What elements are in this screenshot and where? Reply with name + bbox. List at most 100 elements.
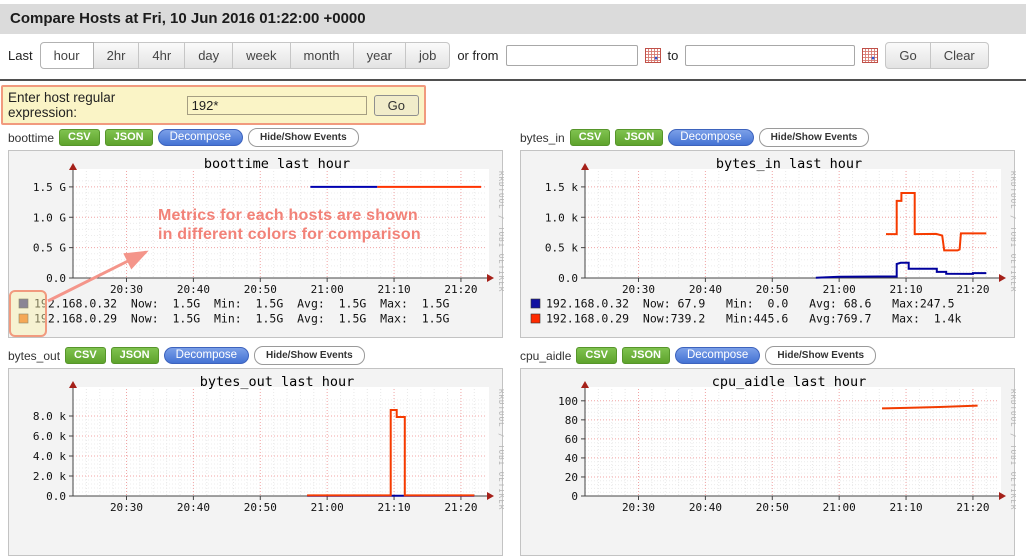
y-tick-label: 20 [565, 471, 578, 484]
legend-swatch [19, 314, 28, 323]
y-tick-label: 0.5 G [33, 242, 66, 255]
or-from-label: or from [457, 48, 498, 63]
bytes_in-rrd-svg: 1.5 k1.0 k0.5 k0.020:3020:4020:5021:0021… [521, 151, 1016, 339]
bytes-in-graph: 1.5 k1.0 k0.5 k0.020:3020:4020:5021:0021… [520, 150, 1015, 338]
boottime-rrd-svg: 1.5 G1.0 G0.5 G0.020:3020:4020:5021:0021… [9, 151, 504, 339]
boottime-header: boottime CSV JSON Decompose Hide/Show Ev… [8, 128, 505, 147]
bytes-out-header: bytes_out CSV JSON Decompose Hide/Show E… [8, 346, 505, 365]
y-tick-label: 80 [565, 414, 578, 427]
csv-button[interactable]: CSV [576, 347, 617, 364]
range-hour-button[interactable]: hour [40, 42, 94, 69]
legend-entry: 192.168.0.32 Now: 1.5G Min: 1.5G Avg: 1.… [34, 297, 449, 311]
section-cpu-aidle: cpu_aidle CSV JSON Decompose Hide/Show E… [520, 346, 1017, 556]
graphs-grid: boottime CSV JSON Decompose Hide/Show Ev… [0, 126, 1026, 556]
rrdtool-watermark: RRDTOOL / TOBI OETIKER [1009, 389, 1016, 510]
decompose-button[interactable]: Decompose [164, 347, 249, 364]
x-tick-label: 20:40 [177, 501, 210, 514]
range-week-button[interactable]: week [233, 42, 290, 69]
section-bytes-out: bytes_out CSV JSON Decompose Hide/Show E… [8, 346, 505, 556]
y-tick-label: 0.0 [558, 272, 578, 285]
csv-button[interactable]: CSV [59, 129, 100, 146]
x-tick-label: 21:00 [823, 501, 856, 514]
y-tick-label: 1.5 k [545, 181, 578, 194]
host-regex-go-button[interactable]: Go [374, 95, 419, 116]
x-tick-label: 21:10 [889, 501, 922, 514]
section-bytes-in: bytes_in CSV JSON Decompose Hide/Show Ev… [520, 128, 1017, 338]
x-tick-label: 21:10 [377, 283, 410, 296]
to-label: to [668, 48, 679, 63]
x-tick-label: 21:10 [377, 501, 410, 514]
hide-show-events-button[interactable]: Hide/Show Events [248, 128, 359, 147]
x-tick-label: 20:30 [622, 501, 655, 514]
decompose-button[interactable]: Decompose [668, 129, 753, 146]
y-tick-label: 1.5 G [33, 181, 66, 194]
x-tick-label: 20:50 [756, 501, 789, 514]
boottime-graph: 1.5 G1.0 G0.5 G0.020:3020:4020:5021:0021… [8, 150, 503, 338]
hide-show-events-button[interactable]: Hide/Show Events [759, 128, 870, 147]
bytes-in-header: bytes_in CSV JSON Decompose Hide/Show Ev… [520, 128, 1017, 147]
legend-swatch [531, 299, 540, 308]
host-regex-input[interactable] [187, 96, 367, 115]
y-tick-label: 60 [565, 433, 578, 446]
x-tick-label: 20:30 [622, 283, 655, 296]
rrdtool-watermark: RRDTOOL / TOBI OETIKER [497, 389, 504, 510]
decompose-button[interactable]: Decompose [158, 129, 243, 146]
y-tick-label: 0.0 [46, 272, 66, 285]
x-tick-label: 20:40 [177, 283, 210, 296]
time-range-group: hour 2hr 4hr day week month year job [40, 42, 451, 69]
x-tick-label: 20:40 [689, 501, 722, 514]
x-tick-label: 20:50 [244, 501, 277, 514]
y-tick-label: 0.0 [46, 490, 66, 503]
time-range-toolbar: Last hour 2hr 4hr day week month year jo… [0, 34, 1026, 81]
x-tick-label: 20:40 [689, 283, 722, 296]
range-job-button[interactable]: job [406, 42, 450, 69]
decompose-button[interactable]: Decompose [675, 347, 760, 364]
range-month-button[interactable]: month [291, 42, 354, 69]
json-button[interactable]: JSON [111, 347, 159, 364]
x-tick-label: 21:00 [823, 283, 856, 296]
y-tick-label: 0 [571, 490, 578, 503]
boottime-panel-wrap: 1.5 G1.0 G0.5 G0.020:3020:4020:5021:0021… [8, 150, 505, 338]
y-tick-label: 100 [558, 395, 578, 408]
legend-entry: 192.168.0.29 Now: 1.5G Min: 1.5G Avg: 1.… [34, 312, 449, 326]
hide-show-events-button[interactable]: Hide/Show Events [254, 346, 365, 365]
json-button[interactable]: JSON [622, 347, 670, 364]
csv-button[interactable]: CSV [65, 347, 106, 364]
metric-label-bytes-in: bytes_in [520, 131, 565, 145]
x-tick-label: 21:20 [444, 283, 477, 296]
clear-button[interactable]: Clear [931, 42, 989, 69]
to-calendar-icon[interactable] [862, 48, 878, 63]
legend-swatch [19, 299, 28, 308]
x-tick-label: 21:20 [956, 501, 989, 514]
from-calendar-icon[interactable] [645, 48, 661, 63]
section-boottime: boottime CSV JSON Decompose Hide/Show Ev… [8, 128, 505, 338]
x-tick-label: 20:30 [110, 501, 143, 514]
range-year-button[interactable]: year [354, 42, 406, 69]
bytes-out-graph: 8.0 k6.0 k4.0 k2.0 k0.020:3020:4020:5021… [8, 368, 503, 556]
from-date-input[interactable] [506, 45, 638, 66]
json-button[interactable]: JSON [105, 129, 153, 146]
bytes_out-rrd-svg: 8.0 k6.0 k4.0 k2.0 k0.020:3020:4020:5021… [9, 369, 504, 557]
x-tick-label: 21:20 [444, 501, 477, 514]
host-regex-label: Enter host regular expression: [8, 90, 180, 120]
metric-label-cpu-aidle: cpu_aidle [520, 349, 571, 363]
range-day-button[interactable]: day [185, 42, 233, 69]
chart-title: bytes_out last hour [200, 374, 354, 390]
hide-show-events-button[interactable]: Hide/Show Events [765, 346, 876, 365]
range-2hr-button[interactable]: 2hr [94, 42, 140, 69]
y-tick-label: 2.0 k [33, 470, 66, 483]
rrdtool-watermark: RRDTOOL / TOBI OETIKER [497, 171, 504, 292]
range-4hr-button[interactable]: 4hr [139, 42, 185, 69]
x-tick-label: 21:20 [956, 283, 989, 296]
x-tick-label: 21:10 [889, 283, 922, 296]
json-button[interactable]: JSON [615, 129, 663, 146]
y-tick-label: 1.0 k [545, 211, 578, 224]
cpu_aidle-rrd-svg: 10080604020020:3020:4020:5021:0021:1021:… [521, 369, 1016, 557]
last-label: Last [8, 48, 33, 63]
csv-button[interactable]: CSV [570, 129, 611, 146]
y-tick-label: 0.5 k [545, 242, 578, 255]
go-button[interactable]: Go [885, 42, 930, 69]
y-tick-label: 4.0 k [33, 450, 66, 463]
legend-entry: 192.168.0.29 Now:739.2 Min:445.6 Avg:769… [546, 312, 961, 326]
to-date-input[interactable] [685, 45, 855, 66]
